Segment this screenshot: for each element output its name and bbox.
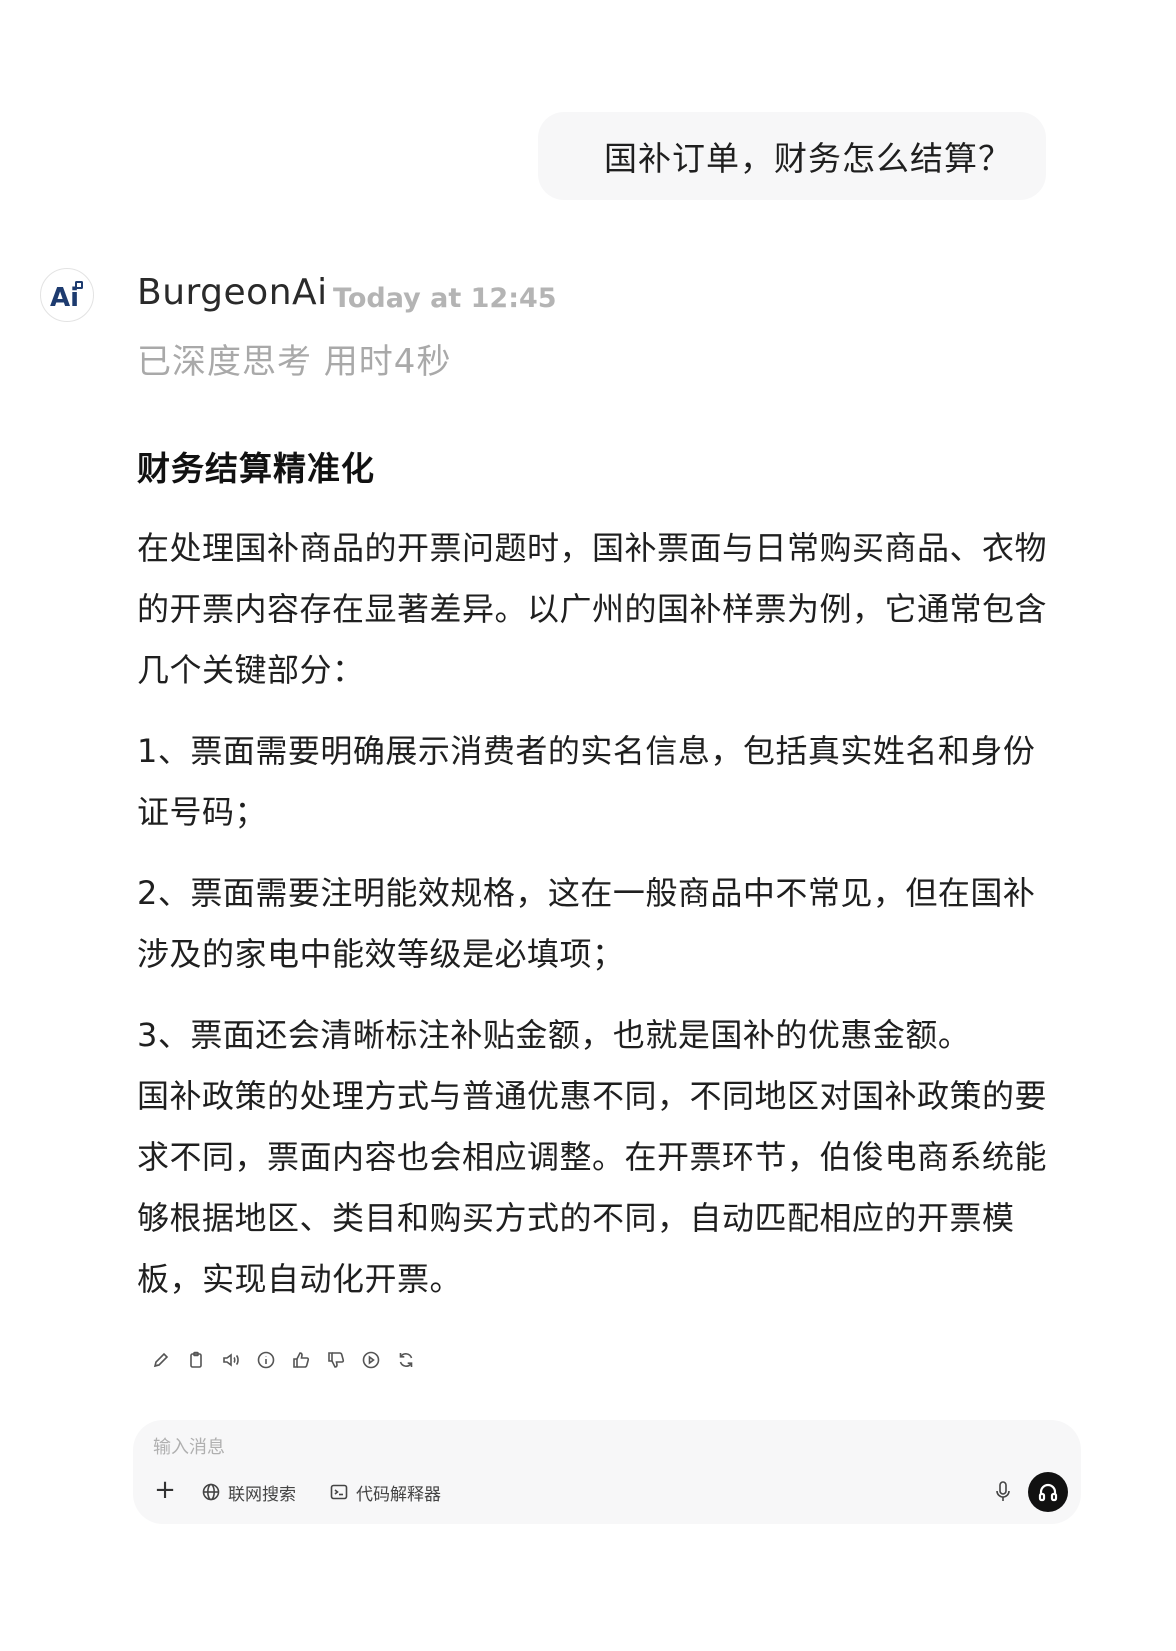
speaker-icon[interactable] xyxy=(220,1349,242,1371)
message-timestamp: Today at 12:45 xyxy=(333,283,557,314)
play-icon[interactable] xyxy=(360,1349,382,1371)
microphone-icon xyxy=(996,1481,1010,1501)
thumbs-down-icon[interactable] xyxy=(325,1349,347,1371)
assistant-avatar: Ai xyxy=(40,268,94,322)
answer-paragraph-conclusion: 国补政策的处理方式与普通优惠不同，不同地区对国补政策的要求不同，票面内容也会相应… xyxy=(137,1077,1048,1298)
answer-point-3: 3、票面还会清晰标注补贴金额，也就是国补的优惠金额。 xyxy=(137,1016,971,1054)
microphone-button[interactable] xyxy=(991,1478,1015,1506)
info-icon[interactable] xyxy=(255,1349,277,1371)
user-message-bubble: 国补订单，财务怎么结算？ xyxy=(538,112,1046,200)
code-interpreter-toggle[interactable]: 代码解释器 xyxy=(329,1480,441,1505)
avatar-text: Ai xyxy=(50,283,79,313)
assistant-answer: 财务结算精准化 在处理国补商品的开票问题时，国补票面与日常购买商品、衣物的开票内… xyxy=(137,442,1057,1330)
user-message-text: 国补订单，财务怎么结算？ xyxy=(604,139,1012,178)
thinking-status[interactable]: 已深度思考 用时4秒 xyxy=(137,334,451,383)
plus-icon: + xyxy=(154,1475,176,1505)
add-attachment-button[interactable]: + xyxy=(151,1475,179,1505)
message-input[interactable] xyxy=(153,1432,853,1462)
message-composer: + 联网搜索 代码解释器 xyxy=(133,1420,1081,1524)
assistant-name: BurgeonAi xyxy=(137,272,328,313)
web-search-toggle[interactable]: 联网搜索 xyxy=(201,1480,296,1505)
answer-point-2: 2、票面需要注明能效规格，这在一般商品中不常见，但在国补涉及的家电中能效等级是必… xyxy=(137,874,1036,973)
answer-point-1: 1、票面需要明确展示消费者的实名信息，包括真实姓名和身份证号码； xyxy=(137,732,1036,831)
answer-paragraph-intro: 在处理国补商品的开票问题时，国补票面与日常购买商品、衣物的开票内容存在显著差异。… xyxy=(137,529,1048,689)
headphones-icon xyxy=(1038,1483,1058,1502)
thumbs-up-icon[interactable] xyxy=(290,1349,312,1371)
answer-heading: 财务结算精准化 xyxy=(137,449,375,488)
regenerate-icon[interactable] xyxy=(395,1349,417,1371)
terminal-icon xyxy=(330,1484,348,1500)
burgeon-logo-icon: Ai xyxy=(50,281,83,313)
code-interpreter-label: 代码解释器 xyxy=(356,1484,441,1505)
voice-mode-button[interactable] xyxy=(1028,1472,1068,1512)
copy-icon[interactable] xyxy=(185,1349,207,1371)
message-action-bar xyxy=(150,1345,417,1375)
globe-icon xyxy=(202,1483,220,1501)
web-search-label: 联网搜索 xyxy=(228,1484,296,1505)
edit-icon[interactable] xyxy=(150,1349,172,1371)
